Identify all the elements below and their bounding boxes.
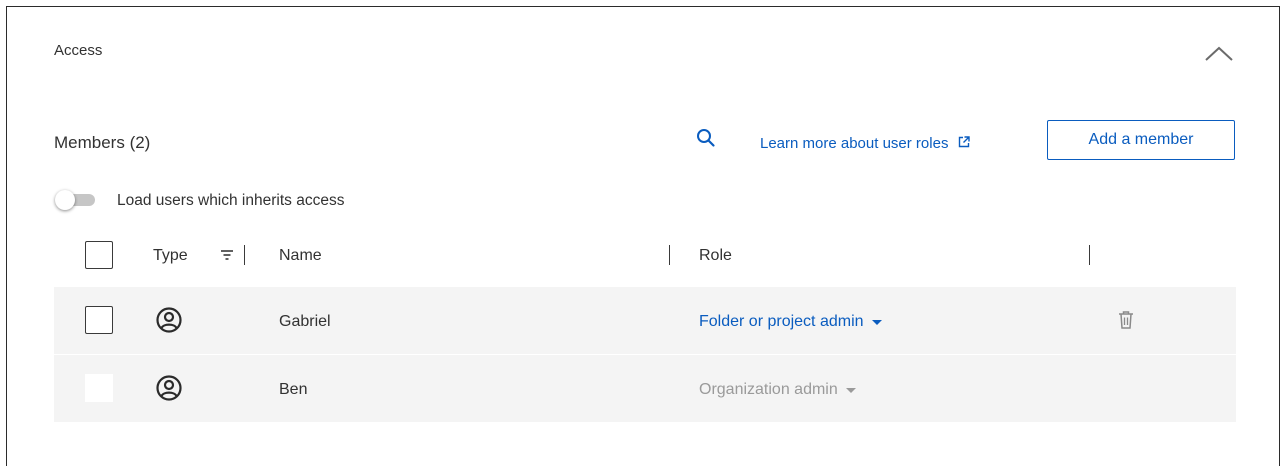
- learn-more-link[interactable]: Learn more about user roles: [760, 135, 971, 152]
- members-title: Members (2): [54, 133, 151, 152]
- chevron-up-icon[interactable]: [1203, 44, 1235, 64]
- column-resize-handle-role[interactable]: [1089, 245, 1090, 265]
- user-icon: [155, 374, 183, 402]
- role-label: Organization admin: [699, 381, 838, 398]
- caret-down-icon: [871, 319, 882, 325]
- column-header-type: Type: [153, 247, 188, 264]
- table-row: [54, 287, 1236, 354]
- search-icon[interactable]: [694, 127, 718, 151]
- column-header-role: Role: [699, 247, 732, 264]
- row-checkbox-disabled: [85, 374, 113, 402]
- toggle-knob: [55, 190, 75, 210]
- user-icon: [155, 306, 183, 334]
- add-member-button[interactable]: Add a member: [1047, 120, 1235, 160]
- table-row: [54, 355, 1236, 422]
- column-header-name: Name: [279, 247, 322, 264]
- column-resize-handle-type[interactable]: [244, 245, 245, 265]
- external-link-icon: [958, 135, 971, 152]
- member-name: Gabriel: [279, 313, 331, 330]
- select-all-checkbox[interactable]: [85, 241, 113, 269]
- inherit-access-label: Load users which inherits access: [117, 192, 345, 209]
- column-resize-handle-name[interactable]: [669, 245, 670, 265]
- learn-more-label: Learn more about user roles: [760, 135, 949, 152]
- role-dropdown-disabled: Organization admin: [699, 381, 856, 399]
- role-label: Folder or project admin: [699, 313, 864, 330]
- trash-icon[interactable]: [1117, 310, 1135, 330]
- member-name: Ben: [279, 381, 308, 398]
- role-dropdown[interactable]: Folder or project admin: [699, 313, 882, 331]
- section-title: Access: [54, 42, 103, 59]
- inherit-access-toggle[interactable]: [53, 190, 99, 210]
- filter-icon[interactable]: [220, 248, 234, 262]
- row-checkbox[interactable]: [85, 306, 113, 334]
- caret-down-icon: [845, 387, 856, 393]
